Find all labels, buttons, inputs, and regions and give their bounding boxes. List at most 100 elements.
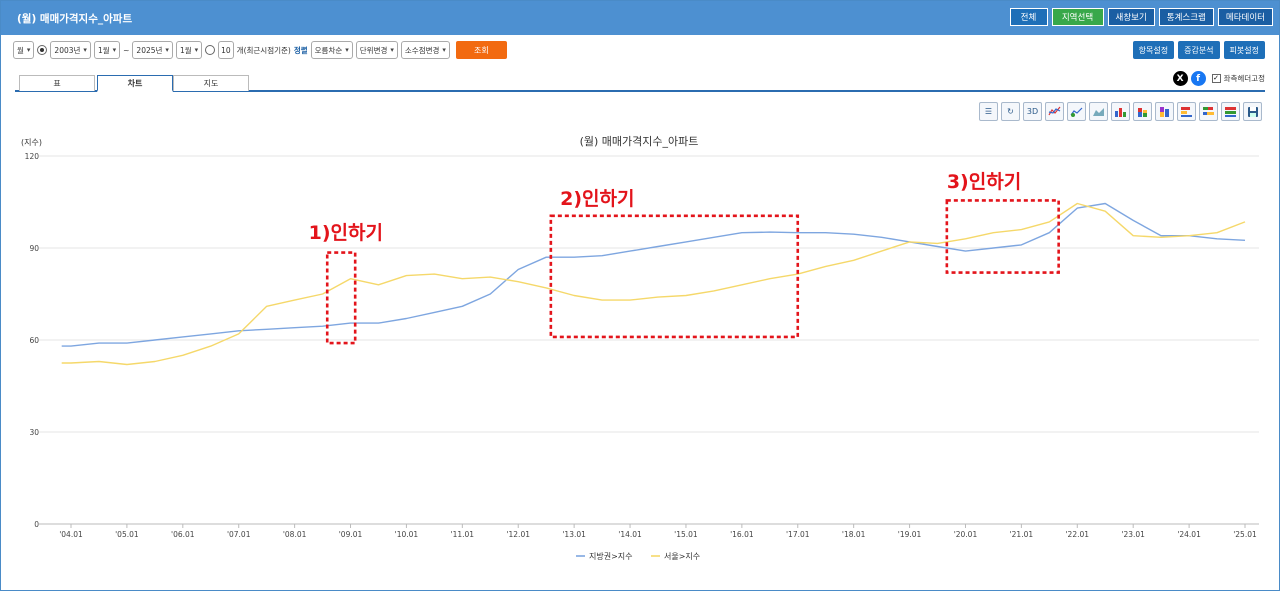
annotation-label: 3)인하기 [947, 171, 1021, 193]
line-chart-icon[interactable] [1045, 102, 1064, 121]
range-tilde: ~ [123, 45, 130, 55]
x-tick-label: '09.01 [339, 530, 363, 539]
end-year-select[interactable]: 2025년 ▾ [132, 41, 173, 59]
annotation-label: 1)인하기 [309, 222, 383, 244]
y-tick-label: 120 [25, 152, 40, 161]
item-settings-button[interactable]: 항목설정 [1132, 41, 1175, 59]
period-select[interactable]: 월 ▾ [13, 41, 35, 59]
grid-lines [39, 155, 1259, 525]
y-axis-ticks: 120 90 60 30 0 [25, 152, 40, 529]
x-tick-label: '16.01 [730, 530, 754, 539]
metadata-button[interactable]: 메타데이터 [1217, 8, 1273, 26]
x-axis-ticks: '04.01 '05.01 '06.01 '07.01 '08.01 '09.01 '10.… [59, 524, 1257, 539]
change-analysis-button[interactable]: 증감분석 [1178, 41, 1220, 59]
tab-table[interactable]: 표 [19, 75, 95, 91]
y-tick-label: 30 [29, 428, 39, 437]
start-year-value: 2003년 [54, 45, 81, 55]
chevron-down-icon: ▾ [442, 46, 446, 54]
all-button[interactable]: 전체 [1009, 8, 1048, 26]
save-icon[interactable] [1243, 102, 1262, 121]
header-bar: (월) 매매가격지수_아파트 전체 지역선택 새창보기 통계스크랩 메타데이터 [1, 1, 1279, 35]
recent-count-value: 10 [221, 45, 231, 55]
recent-count-input[interactable]: 10 [218, 41, 234, 59]
fixed-header-label: 좌측헤더고정 [1223, 74, 1265, 83]
x-tick-label: '14.01 [618, 530, 642, 539]
chevron-down-icon: ▾ [194, 46, 199, 54]
sort-value: 오름차순 [314, 45, 343, 55]
stacked-bar-alt-icon[interactable] [1155, 102, 1174, 121]
chevron-down-icon: ▾ [345, 46, 349, 54]
chevron-down-icon: ▾ [390, 46, 394, 54]
x-icon[interactable]: X [1172, 71, 1188, 86]
start-year-select[interactable]: 2003년 ▾ [50, 41, 91, 59]
stacked-bar-icon[interactable] [1133, 102, 1152, 121]
x-tick-label: '13.01 [562, 530, 586, 539]
legend-label: 서울>지수 [664, 552, 700, 561]
annotations: 1)인하기 2)인하기 3)인하기 [309, 171, 1060, 345]
fixed-header-checkbox[interactable]: ✓ [1211, 74, 1221, 83]
x-tick-label: '22.01 [1066, 530, 1090, 539]
social-area: X f ✓ 좌측헤더고정 [1172, 71, 1265, 86]
y-axis-unit: (지수) [21, 138, 42, 147]
legend: 지방권>지수 서울>지수 [576, 551, 700, 561]
sort-select[interactable]: 오름차순 ▾ [310, 41, 353, 59]
x-tick-label: '11.01 [451, 530, 475, 539]
3d-icon[interactable]: 3D [1023, 102, 1042, 121]
region-select-button[interactable]: 지역선택 [1051, 8, 1104, 26]
x-tick-label: '05.01 [115, 530, 139, 539]
y-tick-label: 60 [29, 336, 39, 345]
unit-change-select[interactable]: 단위변경 ▾ [355, 41, 398, 59]
x-tick-label: '24.01 [1177, 530, 1201, 539]
x-tick-label: '10.01 [395, 530, 419, 539]
chevron-down-icon: ▾ [26, 46, 31, 54]
decimal-change-value: 소수점변경 [404, 45, 440, 55]
x-tick-label: '21.01 [1010, 530, 1034, 539]
app-window: (월) 매매가격지수_아파트 전체 지역선택 새창보기 통계스크랩 메타데이터 … [0, 0, 1280, 591]
line-chart: (월) 매매가격지수_아파트 (지수) 120 90 60 30 0 '04.01 '05… [21, 135, 1259, 561]
x-tick-label: '06.01 [171, 530, 195, 539]
annotation-label: 2)인하기 [560, 188, 634, 210]
y-tick-label: 90 [29, 244, 39, 253]
end-month-value: 1월 [179, 45, 192, 55]
percent-bar-icon[interactable] [1221, 102, 1240, 121]
decimal-change-select[interactable]: 소수점변경 ▾ [400, 41, 450, 59]
stat-scrap-button[interactable]: 통계스크랩 [1158, 8, 1214, 26]
end-month-select[interactable]: 1월 ▾ [175, 41, 203, 59]
x-tick-label: '07.01 [227, 530, 251, 539]
start-month-select[interactable]: 1월 ▾ [93, 41, 121, 59]
bar-chart-icon[interactable] [1111, 102, 1130, 121]
3d-label: 3D [1026, 107, 1039, 116]
x-tick-label: '08.01 [283, 530, 307, 539]
x-tick-label: '18.01 [842, 530, 866, 539]
recent-count-label: 개(최근시점기준) [236, 45, 291, 55]
facebook-icon[interactable]: f [1190, 71, 1206, 86]
list-icon[interactable]: ☰ [979, 102, 998, 121]
range-radio[interactable] [37, 45, 48, 55]
chevron-down-icon: ▾ [83, 46, 87, 54]
chevron-down-icon: ▾ [112, 46, 117, 54]
horizontal-bar-icon[interactable] [1177, 102, 1196, 121]
area-chart-icon[interactable] [1089, 102, 1108, 121]
page-title: (월) 매매가격지수_아파트 [17, 12, 133, 25]
horizontal-bar-alt-icon[interactable] [1199, 102, 1218, 121]
legend-label: 지방권>지수 [589, 551, 633, 561]
end-year-value: 2025년 [136, 45, 163, 55]
pivot-settings-button[interactable]: 피봇설정 [1223, 41, 1265, 59]
refresh-icon[interactable]: ↻ [1001, 102, 1020, 121]
header-buttons: 전체 지역선택 새창보기 통계스크랩 메타데이터 [1009, 8, 1273, 26]
new-window-button[interactable]: 새창보기 [1107, 8, 1155, 26]
chevron-down-icon: ▾ [165, 46, 169, 54]
tab-chart[interactable]: 차트 [97, 75, 173, 92]
chart-toolbar: ☰ ↻ 3D [979, 102, 1262, 121]
recent-count-radio[interactable] [205, 45, 216, 55]
y-tick-label: 0 [34, 520, 39, 529]
x-tick-label: '25.01 [1233, 530, 1257, 539]
x-tick-label: '20.01 [954, 530, 978, 539]
search-button[interactable]: 조회 [455, 41, 507, 59]
line-chart-alt-icon[interactable] [1067, 102, 1086, 121]
tab-map[interactable]: 지도 [173, 75, 249, 91]
start-month-value: 1월 [97, 45, 110, 55]
x-tick-label: '23.01 [1121, 530, 1145, 539]
sort-label: 정렬 [293, 45, 308, 55]
annotation-box [325, 251, 357, 345]
